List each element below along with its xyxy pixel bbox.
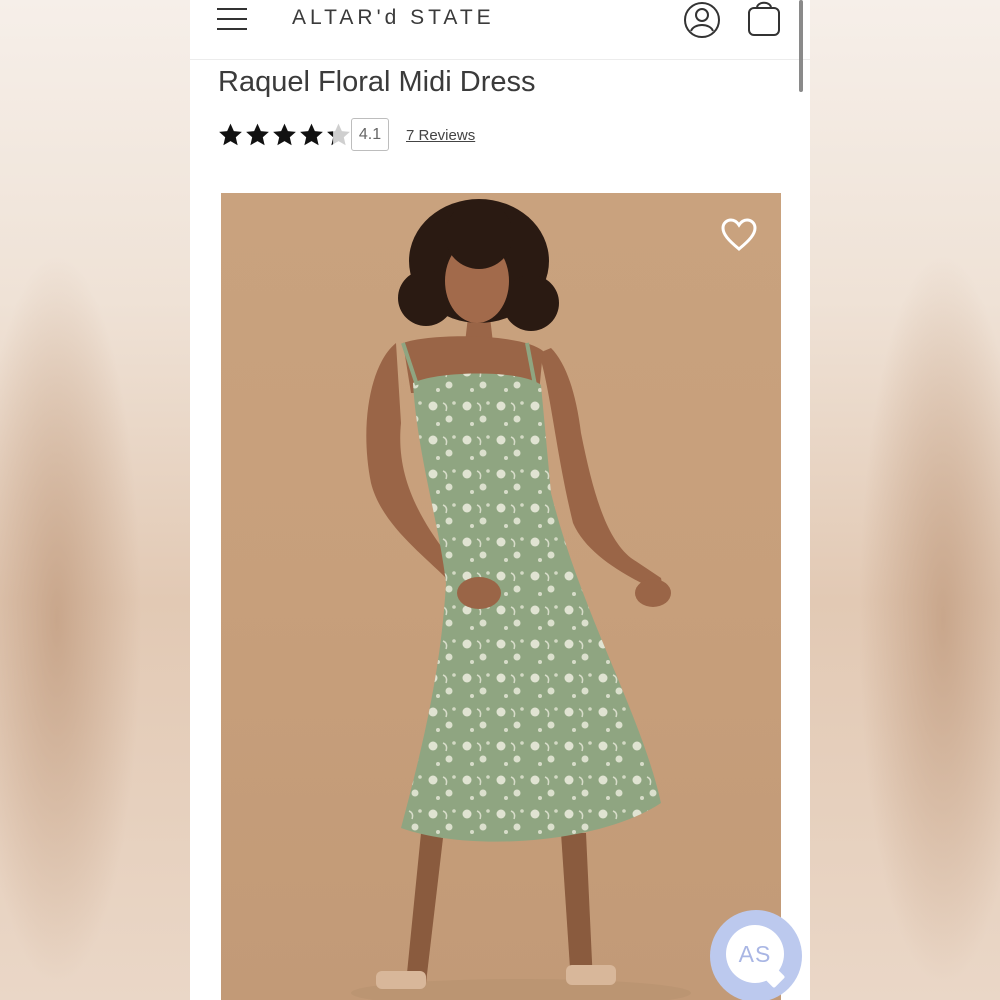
product-photo-illustration (351, 199, 691, 1000)
rating-row: 4.1 7 Reviews (217, 118, 517, 152)
product-title: Raquel Floral Midi Dress (218, 66, 536, 98)
star-rating (217, 122, 352, 148)
site-header: ALTAR'd STATE (190, 0, 810, 60)
brand-logo[interactable]: ALTAR'd STATE (292, 6, 495, 30)
mobile-screen: ALTAR'd STATE Raquel Floral Midi Dress 4… (190, 0, 810, 1000)
user-account-icon[interactable] (683, 1, 721, 39)
shopping-bag-icon[interactable] (746, 0, 782, 38)
background-right-blur (810, 0, 1000, 1000)
heart-icon[interactable] (720, 217, 758, 253)
background-left-blur (0, 0, 190, 1000)
hamburger-menu-icon[interactable] (217, 8, 249, 32)
star-full-icon (273, 123, 296, 146)
scrollbar[interactable] (799, 0, 803, 92)
chat-button[interactable]: AS (710, 910, 802, 1000)
star-full-icon (219, 123, 242, 146)
product-image[interactable] (221, 193, 781, 1000)
rating-value: 4.1 (351, 118, 389, 151)
star-full-icon (300, 123, 323, 146)
star-partial-icon (327, 123, 350, 146)
chat-bubble-icon: AS (726, 925, 784, 983)
star-full-icon (246, 123, 269, 146)
reviews-link[interactable]: 7 Reviews (406, 127, 475, 144)
chat-label: AS (738, 941, 772, 967)
